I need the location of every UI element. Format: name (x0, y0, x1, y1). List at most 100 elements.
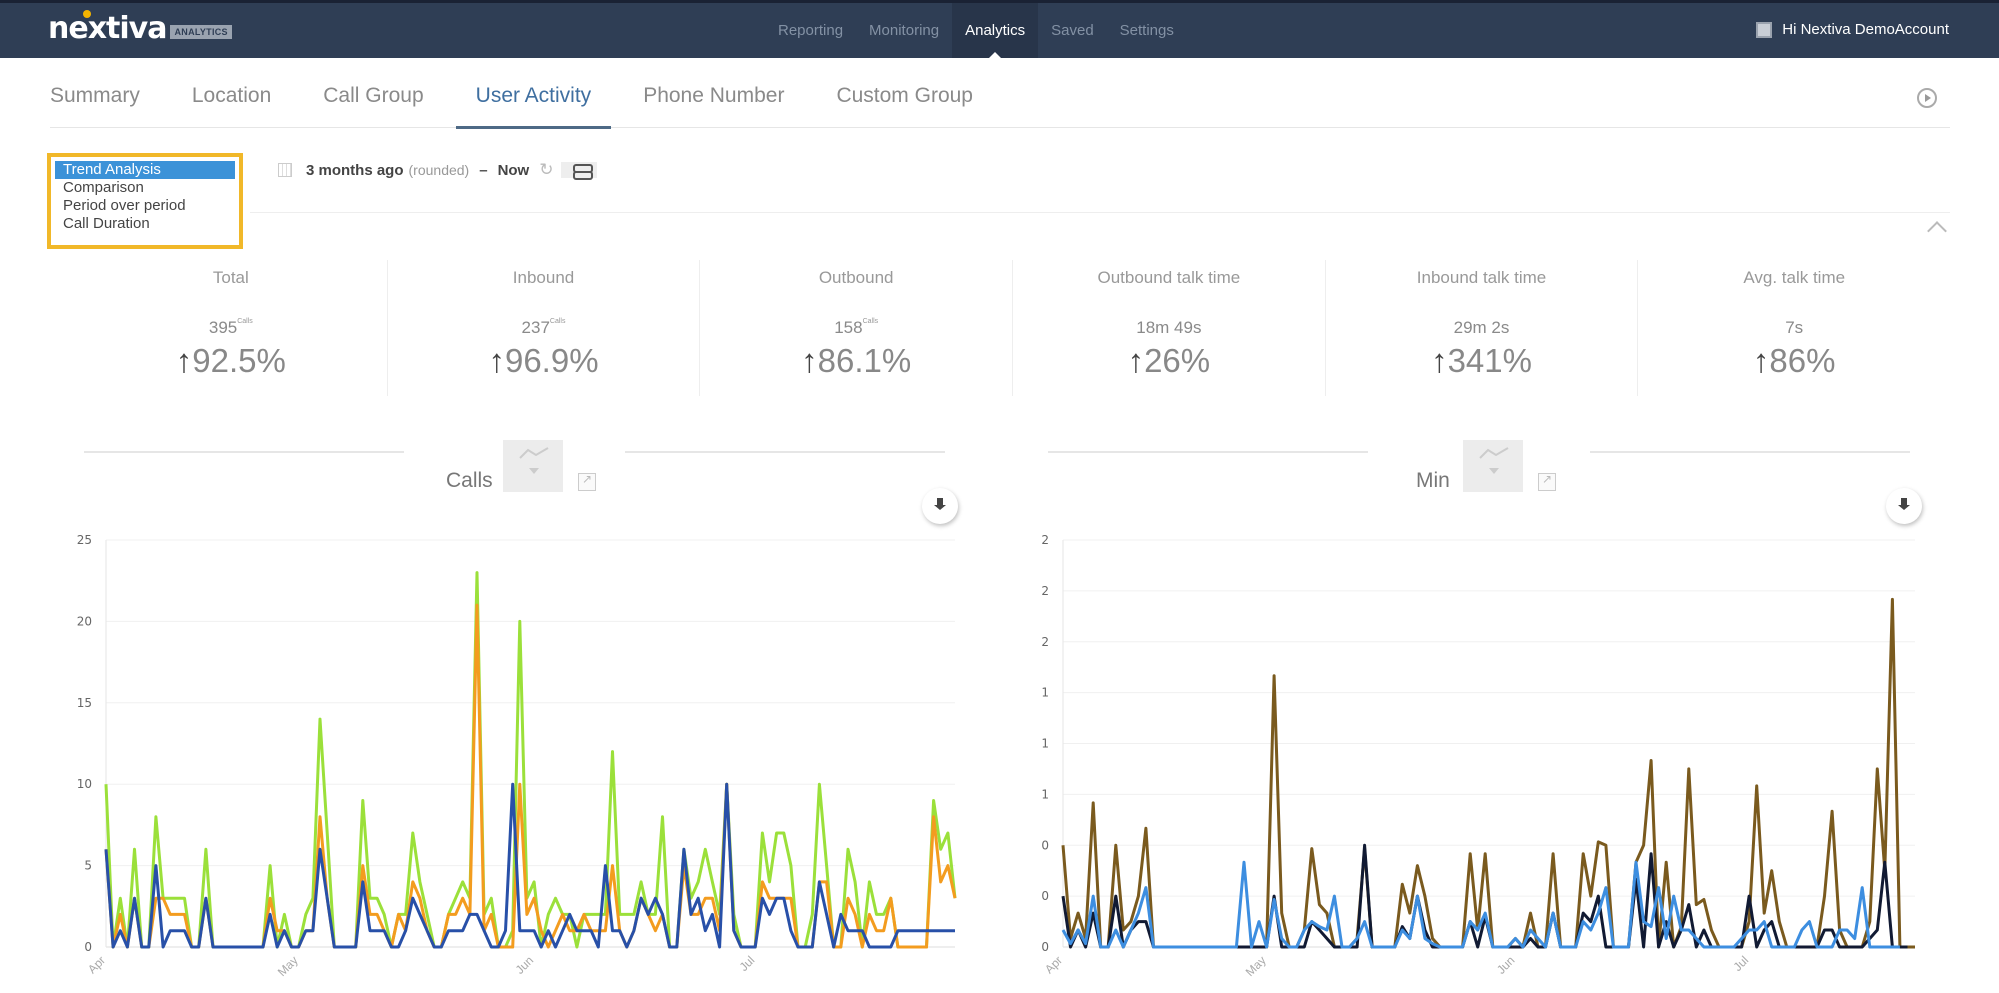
y-tick-label: 2 (1041, 635, 1049, 649)
arrow-up-icon: ↑ (488, 342, 505, 379)
logo-dot-icon (83, 10, 91, 18)
kpi-change: ↑86.1% (700, 342, 1012, 380)
filter-divider (250, 212, 1950, 213)
date-separator: – (479, 161, 488, 179)
kpi-value-number: 237 (521, 318, 550, 337)
kpi-inbound-talk-time: Inbound talk time 29m 2s ↑341% (1326, 260, 1639, 396)
calls-line-chart: 0 5 10 15 20 25 Apr May Jun Jul (77, 533, 957, 979)
kpi-value: 7s (1638, 318, 1950, 338)
date-range-picker[interactable]: 3 months ago (rounded) – Now ↻ (278, 160, 598, 180)
kpi-change: ↑92.5% (75, 342, 387, 380)
nav-monitoring[interactable]: Monitoring (856, 3, 952, 58)
kpi-value: 395Calls (75, 318, 387, 338)
report-tabs: Summary Location Call Group User Activit… (50, 80, 1950, 129)
tab-phone-number[interactable]: Phone Number (643, 80, 784, 128)
kpi-value: 29m 2s (1326, 318, 1638, 338)
top-navigation-bar: nextiva ANALYTICS Reporting Monitoring A… (0, 0, 1999, 58)
y-tick-label: 0 (1041, 838, 1049, 852)
chevron-down-icon (529, 468, 539, 474)
kpi-outbound-talk-time: Outbound talk time 18m 49s ↑26% (1013, 260, 1326, 396)
y-tick-label: 20 (77, 614, 92, 628)
date-from: 3 months ago (306, 161, 404, 179)
x-tick-label: May (1243, 953, 1269, 979)
mode-option-period-over-period[interactable]: Period over period (55, 197, 235, 215)
arrow-up-icon: ↑ (1752, 342, 1770, 379)
arrow-up-icon: ↑ (1127, 342, 1145, 379)
y-tick-label: 0 (1041, 889, 1049, 903)
kpi-value: 237Calls (388, 318, 700, 338)
kpi-change: ↑96.9% (388, 342, 700, 380)
x-tick-label: Apr (85, 953, 108, 976)
download-button[interactable] (922, 488, 958, 524)
chevron-up-icon[interactable] (1927, 221, 1947, 241)
tab-custom-group[interactable]: Custom Group (836, 80, 973, 128)
chart-type-dropdown[interactable] (503, 440, 563, 492)
analytics-badge: ANALYTICS (170, 24, 232, 39)
layout-toggle-icon[interactable] (561, 162, 598, 180)
kpi-change-value: 96.9% (504, 342, 599, 379)
main-nav: Reporting Monitoring Analytics Saved Set… (765, 3, 1187, 58)
kpi-change: ↑26% (1013, 342, 1325, 380)
kpi-avg-talk-time: Avg. talk time 7s ↑86% (1638, 260, 1950, 396)
nextiva-logo[interactable]: nextiva ANALYTICS (48, 10, 232, 46)
y-tick-label: 1 (1041, 686, 1049, 700)
refresh-icon[interactable]: ↻ (539, 160, 553, 180)
calls-chart-panel: Calls 0 5 10 15 20 25 Apr May Jun Jul (60, 440, 980, 993)
user-avatar-icon (1756, 21, 1773, 38)
mode-option-call-duration[interactable]: Call Duration (55, 215, 235, 233)
date-to: Now (497, 161, 530, 179)
tab-summary[interactable]: Summary (50, 80, 140, 128)
minutes-chart-panel: Min 0 0 0 1 1 1 2 2 2 Apr May Jun Jul (1020, 440, 1940, 993)
kpi-value-number: 158 (834, 318, 863, 337)
title-divider (84, 451, 404, 453)
arrow-up-icon: ↑ (175, 342, 193, 379)
tab-call-group[interactable]: Call Group (323, 80, 423, 128)
x-tick-label: Apr (1042, 953, 1065, 976)
analysis-mode-select[interactable]: Trend Analysis Comparison Period over pe… (47, 153, 243, 249)
calendar-icon (278, 163, 292, 177)
expand-icon[interactable] (578, 472, 596, 491)
nav-reporting[interactable]: Reporting (765, 3, 856, 58)
kpi-change: ↑341% (1326, 342, 1638, 380)
y-tick-label: 1 (1041, 737, 1049, 751)
chart-type-dropdown[interactable] (1463, 440, 1523, 492)
kpi-label: Inbound talk time (1416, 268, 1547, 287)
title-divider (625, 451, 945, 453)
nav-saved[interactable]: Saved (1038, 3, 1107, 58)
kpi-value-number: 18m 49s (1136, 318, 1202, 337)
tab-user-activity[interactable]: User Activity (455, 80, 611, 129)
y-tick-label: 10 (77, 777, 92, 791)
mode-option-comparison[interactable]: Comparison (55, 179, 235, 197)
kpi-change-value: 86% (1769, 342, 1836, 379)
tab-location[interactable]: Location (192, 80, 271, 128)
kpi-change-value: 86.1% (817, 342, 912, 379)
y-tick-label: 25 (77, 533, 92, 547)
y-tick-label: 2 (1041, 533, 1049, 547)
y-tick-label: 5 (84, 859, 92, 873)
minutes-chart-title: Min (1416, 469, 1450, 492)
kpi-value: 158Calls (700, 318, 1012, 338)
arrow-up-icon: ↑ (801, 342, 818, 379)
mode-option-trend-analysis[interactable]: Trend Analysis (55, 161, 235, 179)
kpi-label: Inbound (512, 268, 575, 287)
x-tick-label: Jun (1494, 953, 1518, 977)
y-tick-label: 0 (1041, 940, 1049, 954)
y-tick-label: 0 (84, 940, 92, 954)
kpi-value: 18m 49s (1013, 318, 1325, 338)
kpi-unit: Calls (862, 318, 879, 325)
chevron-down-icon (1489, 468, 1499, 474)
title-divider (1590, 451, 1910, 453)
user-menu[interactable]: Hi Nextiva DemoAccount (1756, 21, 1949, 38)
play-icon[interactable] (1917, 88, 1937, 108)
kpi-inbound: Inbound 237Calls ↑96.9% (388, 260, 701, 396)
logo-wordmark: nextiva (48, 11, 167, 46)
y-tick-label: 1 (1041, 787, 1049, 801)
nav-settings[interactable]: Settings (1107, 3, 1187, 58)
download-button[interactable] (1886, 488, 1922, 524)
kpi-unit: Calls (549, 318, 566, 325)
nav-analytics[interactable]: Analytics (952, 3, 1039, 58)
expand-icon[interactable] (1538, 472, 1556, 491)
line-chart-icon (519, 447, 549, 459)
x-tick-label: Jul (737, 953, 758, 974)
title-divider (1048, 451, 1368, 453)
